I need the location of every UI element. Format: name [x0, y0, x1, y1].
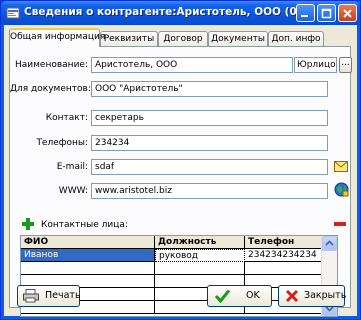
minimize-icon	[301, 15, 308, 17]
phones-label: Телефоны:	[36, 138, 88, 148]
table-cell[interactable]	[21, 262, 155, 275]
add-contact-button[interactable]	[20, 217, 36, 232]
tab-documents[interactable]: Документы	[208, 31, 268, 46]
name-label: Наименование:	[15, 60, 88, 70]
print-label: Печать	[45, 290, 81, 301]
www-field[interactable]: www.aristotel.biz	[91, 183, 328, 199]
contact-label: Контакт:	[45, 113, 88, 123]
maximize-icon	[321, 8, 332, 19]
scroll-up-button[interactable]	[322, 236, 337, 251]
email-label: E-mail:	[56, 162, 88, 172]
red-x-icon	[285, 289, 299, 303]
window-title: Сведения о контрагенте:Аристотель, ООО (…	[24, 6, 299, 18]
contact-field[interactable]: секретарь	[91, 110, 328, 126]
table-cell[interactable]: 234234234234	[245, 249, 325, 262]
documents-name-label: Для документов:	[10, 84, 91, 94]
tab-requisites[interactable]: Реквизиты	[100, 31, 158, 46]
name-field[interactable]: Аристотель, ООО	[91, 57, 293, 73]
plus-icon	[22, 218, 34, 230]
table-cell[interactable]	[155, 262, 245, 275]
printer-icon	[23, 289, 39, 303]
maximize-button[interactable]	[317, 4, 336, 22]
title-bar[interactable]: Сведения о контрагенте:Аристотель, ООО (…	[1, 1, 360, 25]
app-icon	[6, 7, 20, 19]
print-button[interactable]: Печать	[17, 285, 81, 307]
email-field[interactable]: sdaf	[91, 159, 328, 175]
arrow-up-icon	[325, 240, 334, 246]
open-website-button[interactable]	[333, 182, 350, 199]
close-icon	[343, 9, 352, 18]
column-header-phone[interactable]: Телефон	[245, 236, 325, 249]
table-cell[interactable]: Иванов	[21, 249, 155, 262]
tab-contract[interactable]: Договор	[158, 31, 208, 46]
tab-general-info[interactable]: Общая информация	[9, 28, 105, 47]
ok-button[interactable]: OK	[207, 285, 272, 307]
table-cell[interactable]: руковод	[155, 249, 245, 262]
entity-type-field[interactable]: Юрлицо	[294, 57, 337, 73]
close-button[interactable]: Закрыть	[278, 285, 347, 307]
dialog-body: Общая информация Реквизиты Договор Докум…	[4, 25, 357, 317]
contacts-label: Контактные лица:	[41, 220, 128, 230]
close-label: Закрыть	[304, 290, 347, 301]
envelope-icon	[334, 161, 348, 172]
phones-field[interactable]: 234234	[91, 135, 328, 151]
documents-name-field[interactable]: ООО "Аристотель"	[91, 81, 328, 97]
column-header-position[interactable]: Должность	[155, 236, 245, 249]
minimize-button[interactable]	[296, 4, 315, 22]
checkmark-icon	[215, 289, 230, 303]
ok-label: OK	[246, 290, 260, 301]
www-label: WWW:	[58, 186, 88, 196]
close-window-button[interactable]	[338, 4, 357, 22]
select-name-button[interactable]: ...	[339, 57, 352, 73]
dialog-window: Сведения о контрагенте:Аристотель, ООО (…	[0, 0, 361, 320]
send-email-button[interactable]	[333, 159, 349, 175]
general-info-panel: Наименование: Аристотель, ООО Юрлицо ...…	[9, 46, 352, 317]
column-header-name[interactable]: ФИО	[21, 236, 155, 249]
minus-icon	[334, 222, 346, 226]
table-cell[interactable]	[245, 262, 325, 275]
tab-extra-info[interactable]: Доп. инфо	[268, 31, 324, 46]
globe-icon	[334, 182, 349, 197]
remove-contact-button[interactable]	[332, 219, 348, 231]
